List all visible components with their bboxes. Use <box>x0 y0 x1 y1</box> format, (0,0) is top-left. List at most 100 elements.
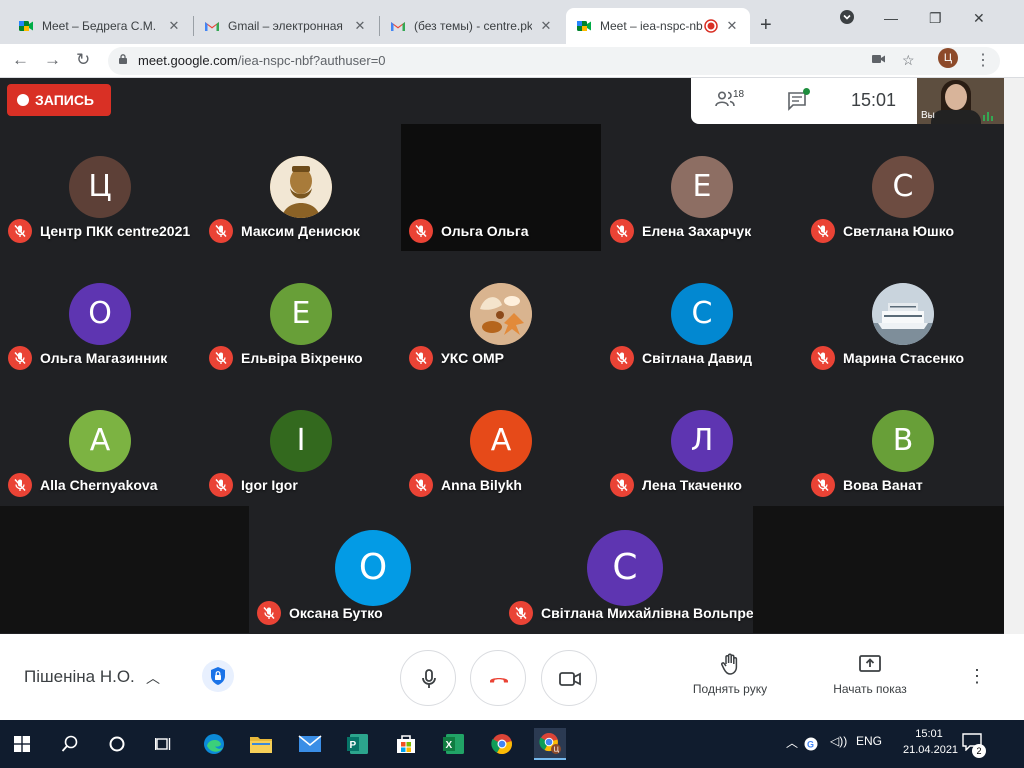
volume-icon[interactable]: ◁)) <box>830 734 847 748</box>
microphone-icon <box>422 669 436 688</box>
participant-nameplate: Елена Захарчук <box>610 219 751 243</box>
browser-menu-icon[interactable]: ⋮ <box>975 50 991 70</box>
participant-tile[interactable]: Ц Центр ПКК centre2021 <box>0 124 200 251</box>
minimize-icon[interactable]: — <box>884 10 898 26</box>
raise-hand-button[interactable]: Поднять руку <box>686 652 774 696</box>
participant-name: Центр ПКК centre2021 <box>40 223 191 239</box>
mic-off-icon <box>209 473 233 497</box>
participant-tile[interactable]: С Светлана Юшко <box>803 124 1004 251</box>
participant-tile[interactable]: A Anna Bilykh <box>401 378 601 505</box>
participant-tile[interactable]: В Вова Ванат <box>803 378 1004 505</box>
mic-off-icon <box>811 473 835 497</box>
participant-name: Лена Ткаченко <box>642 477 742 493</box>
self-view[interactable]: Вы <box>917 78 1004 124</box>
chevron-up-icon[interactable]: ︿ <box>786 734 798 751</box>
tab-search-icon[interactable] <box>840 10 854 27</box>
participant-name: Ольга Ольга <box>441 223 529 239</box>
microphone-button[interactable] <box>400 650 456 706</box>
store-icon[interactable] <box>390 728 422 760</box>
participant-tile[interactable]: A Alla Chernyakova <box>0 378 200 505</box>
meet-control-bar: Пішеніна Н.О. ︿ Поднять руку Начать пока… <box>0 634 1024 720</box>
forward-arrow-icon[interactable]: → <box>44 50 61 70</box>
chrome-icon[interactable] <box>486 728 518 760</box>
mic-off-icon <box>209 219 233 243</box>
participant-tile[interactable]: О Оксана Бутко <box>249 506 501 633</box>
excel-icon[interactable]: X <box>438 728 470 760</box>
camera-button[interactable] <box>541 650 597 706</box>
participant-nameplate: Ольга Ольга <box>409 219 529 243</box>
tab-title: Meet – iea-nspc-nb <box>600 19 703 33</box>
page-scrollbar[interactable] <box>1004 78 1024 634</box>
task-view-icon[interactable] <box>148 728 180 760</box>
participant-nameplate: Максим Денисюк <box>209 219 360 243</box>
address-bar[interactable]: meet.google.com/iea-nspc-nbf?authuser=0 … <box>108 47 1000 75</box>
gmail-icon <box>205 22 219 31</box>
close-icon[interactable]: ✕ <box>724 18 740 34</box>
participant-tile[interactable]: УКС ОМР <box>401 251 601 378</box>
recording-button[interactable]: ЗАПИСЬ <box>7 84 111 116</box>
back-arrow-icon[interactable]: ← <box>12 50 29 70</box>
participant-name: Світлана Михайлівна Вольпрес <box>541 605 762 621</box>
participant-tile[interactable]: Максим Денисюк <box>201 124 401 251</box>
present-now-button[interactable]: Начать показ <box>826 652 914 696</box>
browser-toolbar: ← → ↻ meet.google.com/iea-nspc-nbf?authu… <box>0 44 1024 78</box>
svg-text:G: G <box>807 740 814 750</box>
reload-icon[interactable]: ↻ <box>76 50 90 70</box>
participant-tile[interactable]: С Світлана Давид <box>602 251 802 378</box>
meet-top-bar: 18 15:01 Вы <box>691 78 1004 124</box>
mic-off-icon <box>8 346 32 370</box>
participant-tile[interactable]: Е Ельвіра Віхренко <box>201 251 401 378</box>
edge-browser-icon[interactable] <box>198 728 230 760</box>
profile-avatar[interactable]: Ц <box>938 48 958 68</box>
participant-tile[interactable]: I Igor Igor <box>201 378 401 505</box>
browser-tab[interactable]: Gmail – электронная п ✕ <box>194 8 378 44</box>
system-clock[interactable]: 15:01 21.04.2021 <box>903 726 958 758</box>
publisher-icon[interactable]: P <box>342 728 374 760</box>
chrome-profile-icon[interactable]: Ц <box>534 728 566 760</box>
more-options-icon[interactable]: ⋮ <box>968 666 986 687</box>
participant-count: 18 <box>733 89 745 100</box>
participant-nameplate: Світлана Давид <box>610 346 752 370</box>
participant-tile[interactable]: Ольга Ольга <box>401 124 601 251</box>
svg-text:Ц: Ц <box>554 746 560 754</box>
file-explorer-icon[interactable] <box>245 728 277 760</box>
participant-tile[interactable]: Е Елена Захарчук <box>602 124 802 251</box>
windows-start-icon[interactable] <box>6 728 38 760</box>
browser-tab[interactable]: (без темы) - centre.pkk ✕ <box>380 8 564 44</box>
input-language[interactable]: ENG <box>856 734 882 748</box>
restore-icon[interactable]: ❐ <box>929 10 942 27</box>
hang-up-button[interactable] <box>470 650 526 706</box>
tab-title: (без темы) - centre.pkk <box>414 19 532 33</box>
participant-nameplate: Вова Ванат <box>811 473 923 497</box>
participant-tile[interactable]: С Світлана Михайлівна Вольпрес <box>501 506 761 633</box>
search-icon[interactable] <box>54 728 86 760</box>
google-tray-icon[interactable]: G <box>800 728 822 760</box>
browser-tab[interactable]: Meet – Бедрега С.М. ✕ <box>8 8 192 44</box>
close-icon[interactable]: ✕ <box>538 18 554 34</box>
bookmark-star-icon[interactable]: ☆ <box>902 52 915 69</box>
people-icon[interactable] <box>715 91 735 107</box>
participant-nameplate: УКС ОМР <box>409 346 504 370</box>
security-shield-icon[interactable] <box>202 660 234 692</box>
participant-avatar: Ц <box>69 156 131 218</box>
cortana-icon[interactable] <box>101 728 133 760</box>
hand-icon <box>721 653 738 675</box>
url-host: meet.google.com <box>138 53 238 68</box>
meeting-details-name[interactable]: Пішеніна Н.О. <box>24 667 135 687</box>
camera-indicator-icon[interactable] <box>872 52 886 68</box>
empty-tile <box>0 506 249 633</box>
browser-tab-active[interactable]: Meet – iea-nspc-nb ✕ <box>566 8 750 44</box>
chevron-up-icon[interactable]: ︿ <box>146 668 160 688</box>
participant-tile[interactable]: Л Лена Ткаченко <box>602 378 802 505</box>
new-tab-button[interactable]: + <box>760 14 772 37</box>
present-screen-icon <box>859 655 881 672</box>
close-icon[interactable]: ✕ <box>166 18 182 34</box>
participant-avatar: С <box>671 283 733 345</box>
participant-tile[interactable]: О Ольга Магазинник <box>0 251 200 378</box>
close-icon[interactable]: ✕ <box>352 18 368 34</box>
window-close-icon[interactable]: ✕ <box>973 10 985 27</box>
participant-nameplate: Марина Стасенко <box>811 346 964 370</box>
participant-tile[interactable]: Марина Стасенко <box>803 251 1004 378</box>
mail-icon[interactable] <box>294 728 326 760</box>
audio-level-icon <box>983 112 993 121</box>
